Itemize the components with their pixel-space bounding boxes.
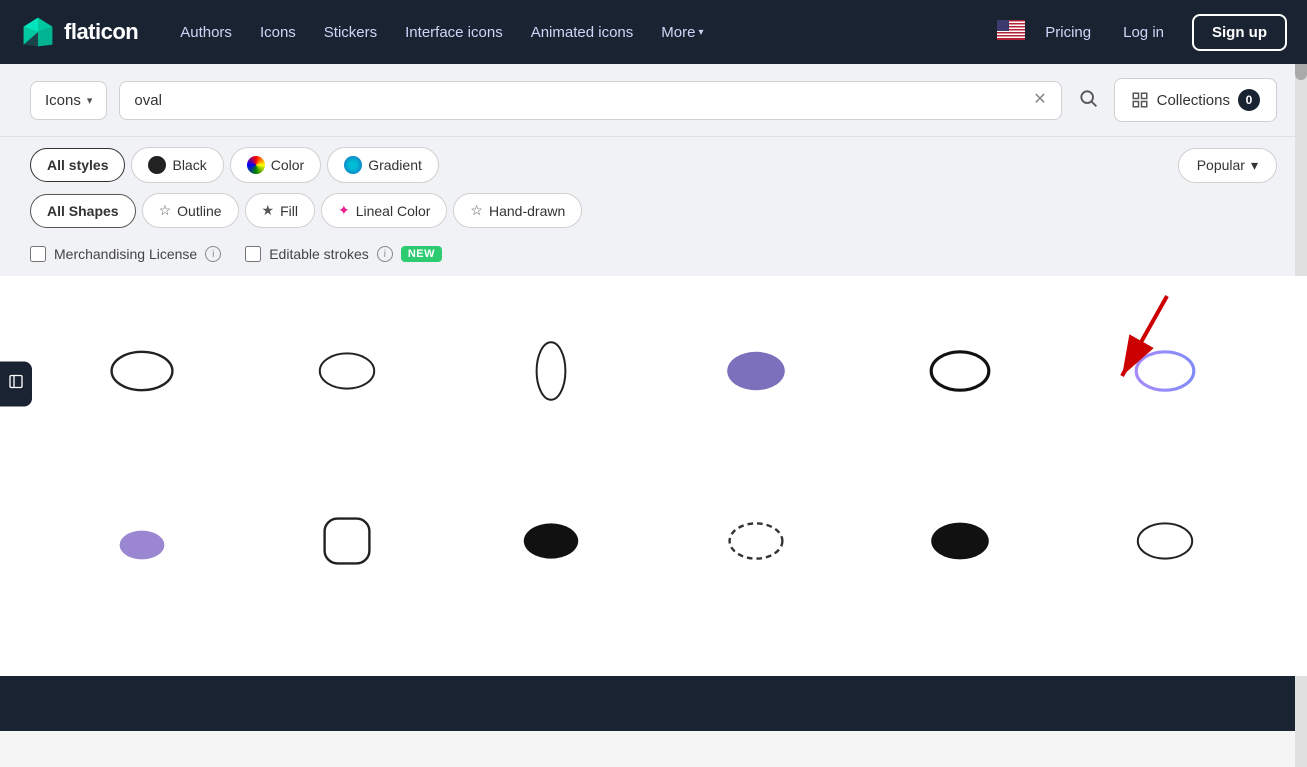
- collections-count: 0: [1238, 89, 1260, 111]
- search-type-label: Icons: [45, 92, 81, 109]
- filter-black[interactable]: Black: [131, 147, 223, 183]
- navbar-right: Pricing Log in Sign up: [997, 14, 1287, 51]
- navbar: flaticon Authors Icons Stickers Interfac…: [0, 0, 1307, 64]
- gradient-icon: [344, 156, 362, 174]
- nav-animated-icons[interactable]: Animated icons: [519, 16, 646, 49]
- popular-sort-button[interactable]: Popular ▾: [1178, 148, 1277, 183]
- icon-oval-outline-thick[interactable]: [868, 306, 1053, 436]
- main-content: [0, 276, 1307, 676]
- popular-arrow-icon: ▾: [1251, 157, 1258, 174]
- search-submit-button[interactable]: [1074, 84, 1102, 117]
- nav-more-label: More: [661, 24, 695, 41]
- login-button[interactable]: Log in: [1111, 16, 1176, 49]
- merchandising-license-checkbox[interactable]: Merchandising License i: [30, 246, 221, 262]
- merchandising-info-icon[interactable]: i: [205, 246, 221, 262]
- search-box: ✕: [119, 81, 1061, 120]
- fill-label: Fill: [280, 203, 298, 219]
- filter-gradient[interactable]: Gradient: [327, 147, 439, 183]
- logo[interactable]: flaticon: [20, 14, 138, 50]
- nav-authors[interactable]: Authors: [168, 16, 244, 49]
- filter-section: All styles Black Color Gradient Popular …: [0, 137, 1307, 238]
- color-icon: [247, 156, 265, 174]
- shape-filter-row: All Shapes ☆ Outline ★ Fill ✦ Lineal Col…: [30, 193, 1277, 238]
- logo-text: flaticon: [64, 19, 138, 45]
- collections-button[interactable]: Collections 0: [1114, 78, 1277, 122]
- lineal-color-star-icon: ✦: [338, 202, 350, 219]
- filter-hand-drawn[interactable]: ☆ Hand-drawn: [453, 193, 582, 228]
- search-section: Icons ▾ ✕ Collections 0: [0, 64, 1307, 137]
- icon-oval-outline-wide2[interactable]: [255, 306, 440, 436]
- new-badge: NEW: [401, 246, 442, 262]
- merchandising-checkbox-input[interactable]: [30, 246, 46, 262]
- icon-oval-outline-wide3[interactable]: [1073, 476, 1258, 606]
- editable-strokes-checkbox[interactable]: Editable strokes i NEW: [245, 246, 442, 262]
- search-type-arrow-icon: ▾: [87, 94, 93, 107]
- icon-oval-outline-gradient[interactable]: [1073, 306, 1258, 436]
- icon-oval-fill-black-wide[interactable]: [868, 476, 1053, 606]
- black-icon: [148, 156, 166, 174]
- nav-icons[interactable]: Icons: [248, 16, 308, 49]
- popular-label: Popular: [1197, 157, 1245, 173]
- signup-button[interactable]: Sign up: [1192, 14, 1287, 51]
- outline-star-icon: ☆: [159, 202, 172, 219]
- pricing-button[interactable]: Pricing: [1041, 16, 1095, 49]
- collections-label: Collections: [1157, 92, 1230, 109]
- nav-interface-icons[interactable]: Interface icons: [393, 16, 515, 49]
- nav-stickers[interactable]: Stickers: [312, 16, 389, 49]
- icons-row-1: [50, 306, 1257, 436]
- search-type-selector[interactable]: Icons ▾: [30, 81, 107, 120]
- search-input[interactable]: [134, 92, 1025, 109]
- nav-links: Authors Icons Stickers Interface icons A…: [168, 16, 997, 49]
- filter-outline[interactable]: ☆ Outline: [142, 193, 239, 228]
- icon-oval-outline-wide[interactable]: [50, 306, 235, 436]
- gradient-label: Gradient: [368, 157, 422, 173]
- outline-label: Outline: [177, 203, 221, 219]
- editable-checkbox-input[interactable]: [245, 246, 261, 262]
- icon-oval-fill-purple[interactable]: [664, 306, 849, 436]
- lineal-color-label: Lineal Color: [356, 203, 431, 219]
- editable-label: Editable strokes: [269, 246, 369, 262]
- filter-fill[interactable]: ★ Fill: [245, 193, 315, 228]
- icon-rounded-rect-outline[interactable]: [255, 476, 440, 606]
- search-clear-icon[interactable]: ✕: [1033, 92, 1046, 108]
- all-shapes-label: All Shapes: [47, 203, 119, 219]
- icon-oval-dashed[interactable]: [664, 476, 849, 606]
- filter-all-styles[interactable]: All styles: [30, 148, 125, 182]
- filter-all-shapes[interactable]: All Shapes: [30, 194, 136, 228]
- checkbox-row: Merchandising License i Editable strokes…: [0, 238, 1307, 276]
- language-selector[interactable]: [997, 20, 1025, 45]
- fill-star-icon: ★: [262, 202, 275, 219]
- icon-oval-fill-purple-small[interactable]: [50, 476, 235, 606]
- hand-drawn-star-icon: ☆: [470, 202, 483, 219]
- filter-color[interactable]: Color: [230, 147, 321, 183]
- black-label: Black: [172, 157, 206, 173]
- side-panel-button[interactable]: [0, 361, 32, 406]
- style-filter-row: All styles Black Color Gradient Popular …: [30, 147, 1277, 193]
- hand-drawn-label: Hand-drawn: [489, 203, 565, 219]
- filter-lineal-color[interactable]: ✦ Lineal Color: [321, 193, 447, 228]
- merchandising-label: Merchandising License: [54, 246, 197, 262]
- nav-more[interactable]: More ▾: [649, 16, 715, 49]
- editable-info-icon[interactable]: i: [377, 246, 393, 262]
- icon-oval-outline-tall[interactable]: [459, 306, 644, 436]
- footer-bar: [0, 676, 1307, 731]
- nav-more-arrow-icon: ▾: [698, 27, 703, 38]
- color-label: Color: [271, 157, 304, 173]
- icons-row-2: [50, 476, 1257, 606]
- icon-oval-fill-black[interactable]: [459, 476, 644, 606]
- style-filter-group: All styles Black Color Gradient: [30, 147, 439, 183]
- all-styles-label: All styles: [47, 157, 108, 173]
